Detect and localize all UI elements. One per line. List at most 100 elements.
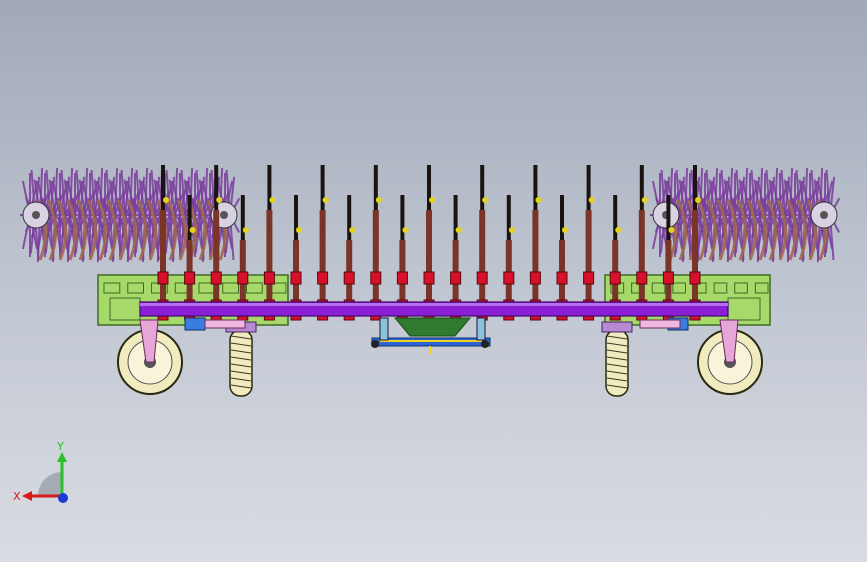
y-axis-label: Y [56, 440, 64, 453]
center-hitch [371, 317, 491, 354]
shank-clamp-upper [662, 271, 674, 285]
shank-body [160, 210, 166, 300]
beam-endcap-right [727, 297, 761, 321]
y-axis-arrowhead [57, 452, 67, 462]
shank-marker [668, 227, 675, 233]
shank-marker [615, 227, 622, 233]
shank-body [213, 210, 220, 300]
shank-body [452, 240, 459, 300]
shank-body [505, 240, 512, 300]
shank-clamp-upper [609, 271, 621, 285]
shank-tine-tip [693, 165, 697, 210]
shank-tine-tip [240, 195, 245, 240]
shank-clamp-upper [423, 271, 435, 285]
shank-tine-tip [560, 195, 564, 240]
shank-marker [269, 197, 276, 203]
hitch-plate [393, 317, 472, 337]
shank-clamp-upper [529, 271, 541, 285]
shank-marker [349, 227, 356, 233]
shank-tine-tip [586, 165, 591, 210]
shank-clamp-upper [184, 271, 196, 285]
rotor-right-axle [820, 211, 828, 219]
cultivator-assembly-model[interactable] [0, 0, 867, 562]
hitch-end-pin [481, 340, 489, 348]
shank-marker [242, 227, 249, 233]
shank-body [239, 240, 246, 300]
shank-body [186, 240, 193, 300]
orientation-triad: Y X [13, 440, 68, 503]
shank-tine-tip [320, 165, 325, 210]
shank-body [692, 210, 698, 300]
z-axis-dot [58, 493, 68, 503]
shank-body [532, 210, 539, 300]
rotor-left-axle [32, 211, 40, 219]
cad-viewport[interactable]: Y X [0, 0, 867, 562]
shank-marker [695, 197, 701, 203]
wheel-link-arm [639, 319, 681, 329]
shank-body [559, 240, 565, 300]
shank-body [585, 210, 592, 300]
shank-tine-tip [214, 165, 219, 210]
shank-tine-tip [480, 165, 485, 210]
shank-marker [429, 197, 435, 203]
shank-body [426, 210, 432, 300]
shank-clamp-upper [476, 271, 488, 285]
rotor-left [20, 168, 241, 262]
rotor-right [650, 168, 841, 262]
shank-marker [588, 197, 595, 203]
hitch-crossbar-stripe [380, 340, 482, 342]
shank-marker [508, 227, 515, 233]
wheel-link-arm [204, 319, 246, 329]
shank-marker [216, 197, 223, 203]
shank-clamp-upper [689, 271, 701, 285]
shank-body [319, 210, 326, 300]
shank-marker [189, 227, 196, 233]
shank-body [665, 240, 672, 300]
shank-body [346, 240, 353, 300]
shank-marker [641, 197, 648, 203]
shank-body [638, 210, 645, 300]
shank-body [612, 240, 619, 300]
hitch-end-pin [371, 340, 379, 348]
shank-body [399, 240, 406, 300]
shank-clamp-upper [317, 271, 329, 285]
shank-clamp-upper [370, 271, 382, 285]
shank-clamp-upper [263, 271, 275, 285]
shank-marker [163, 197, 169, 203]
shank-tine-tip [294, 195, 298, 240]
shank-marker [562, 227, 568, 233]
hitch-strut [379, 317, 389, 341]
shank-clamp-upper [556, 271, 568, 285]
shank-marker [402, 227, 409, 233]
shank-tine-tip [533, 165, 538, 210]
shank-body [266, 210, 273, 300]
triad-base-wedge [38, 472, 62, 496]
main-beam [139, 301, 729, 317]
shank-tine-tip [267, 165, 272, 210]
shank-clamp-upper [450, 271, 462, 285]
shank-body [293, 240, 299, 300]
shank-tine-tip [400, 195, 405, 240]
shank-clamp-upper [210, 271, 222, 285]
shank-tine-tip [347, 195, 352, 240]
shank-tine-tip [666, 195, 671, 240]
shank-clamp-upper [583, 271, 595, 285]
shank-marker [535, 197, 542, 203]
wheel-linkage [184, 317, 206, 331]
shank-clamp-upper [343, 271, 355, 285]
shank-tine-tip [506, 195, 511, 240]
shank-marker [296, 227, 302, 233]
shank-clamp-upper [503, 271, 515, 285]
shank-tine-tip [187, 195, 192, 240]
shank-clamp-upper [396, 271, 408, 285]
shank-marker [455, 227, 462, 233]
x-axis-arrowhead [22, 491, 32, 501]
shank-clamp-upper [290, 271, 302, 285]
shank-clamp-upper [237, 271, 249, 285]
shank-tine-tip [639, 165, 644, 210]
beam-endcap-left [109, 297, 141, 321]
shank-tine-tip [161, 165, 165, 210]
main-beam-highlight [140, 303, 728, 306]
shank-clamp-upper [636, 271, 648, 285]
wheel-rear-right-bracket [601, 321, 633, 333]
